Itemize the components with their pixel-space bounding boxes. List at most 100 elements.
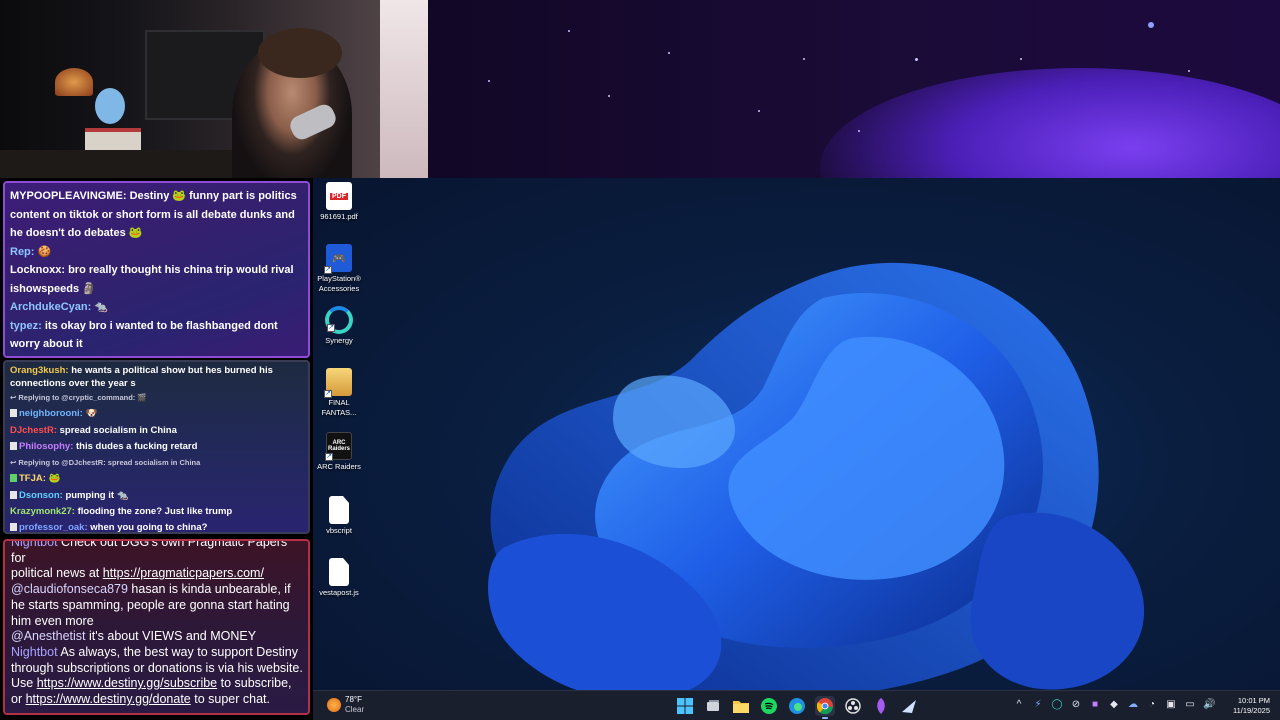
desktop-icon-label: 961691.pdf [320, 212, 358, 221]
slash-icon[interactable]: ⊘ [1070, 699, 1082, 711]
chat-text: pumping it 🐀 [65, 489, 129, 501]
chat-username: @claudiofonseca879 [11, 582, 128, 597]
weather-condition: Clear [345, 705, 365, 714]
chrome-icon [817, 698, 833, 714]
network-icon[interactable]: ▭ [1184, 699, 1196, 711]
subscribe-link[interactable]: https://www.destiny.gg/subscribe [37, 676, 217, 690]
chat-message: Orang3kush: he wants a political show bu… [10, 364, 305, 390]
app-tray-icon[interactable]: ■ [1089, 699, 1101, 711]
cam-lamp [55, 68, 93, 96]
steam-tray-icon[interactable]: ◆ [1108, 699, 1120, 711]
desktop-icon-label: PlayStation® Accessories [317, 274, 361, 293]
chat-message: ArchdukeCyan: 🐀 [10, 298, 305, 317]
chat-text: political news at [11, 566, 100, 581]
bolt-icon[interactable]: ⚡ [1032, 699, 1044, 711]
desktop-wallpaper [313, 178, 1280, 690]
chat-text: when you going to china? [90, 522, 208, 534]
donate-link[interactable]: https://www.destiny.gg/donate [26, 692, 191, 706]
weather-temp: 78°F [345, 695, 362, 704]
chat-text: it's about VIEWS and MONEY [89, 629, 257, 644]
star [668, 52, 670, 54]
badge-icon [10, 441, 17, 450]
chat-message: political news at https://pragmaticpaper… [11, 566, 304, 582]
badge-icon [10, 474, 17, 483]
chat-username: Krazymonk27: [10, 506, 75, 518]
desktop-icon-label: vbscript [326, 526, 352, 535]
edge-button[interactable] [787, 696, 807, 716]
file-explorer-button[interactable] [731, 696, 751, 716]
desktop-icon-label: ARC Raiders [317, 462, 361, 471]
chrome-button[interactable] [815, 696, 835, 719]
desktop-icon-final-fantasy[interactable]: ↗ FINAL FANTAS... [313, 368, 365, 417]
chat-username: Rep: [10, 245, 35, 258]
task-view-icon [707, 700, 719, 711]
steam-icon [902, 700, 916, 713]
start-button[interactable] [675, 696, 695, 716]
chat-message: @claudiofonseca879 hasan is kinda unbear… [11, 582, 304, 629]
webcam-feed [0, 0, 428, 178]
chat-username: neighborooni: [19, 408, 83, 420]
desktop-icon-arc-raiders[interactable]: ARC Raiders ↗ ARC Raiders [313, 432, 365, 472]
cam-desk [0, 150, 260, 178]
shortcut-arrow-icon: ↗ [324, 266, 332, 274]
steam-button[interactable] [899, 696, 919, 716]
final-fantasy-icon: ↗ [324, 368, 352, 398]
chat-username: Orang3kush: [10, 365, 69, 376]
star [758, 110, 760, 112]
shortcut-arrow-icon: ↗ [324, 390, 332, 398]
chevron-up-icon[interactable]: ^ [1013, 699, 1025, 711]
synergy-tray-icon[interactable]: ◯ [1051, 699, 1063, 711]
pragmatic-papers-link[interactable]: https://pragmaticpapers.com/ [103, 566, 264, 580]
desktop-icon-playstation[interactable]: 🎮 ↗ PlayStation® Accessories [313, 244, 365, 293]
chat-text: spread socialism in China [59, 424, 177, 436]
file-icon [329, 496, 349, 524]
chat-username: @Anesthetist [11, 629, 86, 644]
desktop-icon-pdf[interactable]: PDF 961691.pdf [313, 182, 365, 222]
clock-time: 10:01 PM [1237, 696, 1270, 705]
chat-message: Nightbot Check out DGG's own Pragmatic P… [11, 541, 304, 566]
desktop-icon-synergy[interactable]: ↗ Synergy [313, 306, 365, 346]
badge-icon [10, 523, 17, 532]
chat-reply-context: ↩ Replying to @cryptic_command: 🎬 [10, 393, 147, 402]
weather-widget[interactable]: 78°F Clear [327, 695, 364, 715]
chat-message: Rep: 🍪 [10, 243, 305, 262]
display-icon[interactable]: ▣ [1165, 699, 1177, 711]
obs-button[interactable] [843, 696, 863, 716]
desktop-icon-vestapost[interactable]: vestapost.js [313, 558, 365, 598]
windows-bloom-wallpaper [488, 262, 1145, 690]
edge-icon [789, 698, 805, 714]
badge-icon [10, 409, 17, 418]
task-view-button[interactable] [703, 696, 723, 716]
star [488, 80, 490, 82]
chat-text: 🐸 [48, 473, 61, 485]
chat-text: 🐀 [94, 301, 109, 313]
stream-banner [428, 0, 1280, 178]
desktop-icon-label: vestapost.js [319, 588, 359, 597]
chat-username: professor_oak: [19, 522, 88, 534]
feather-icon [877, 698, 885, 714]
chat-username: TFJA: [19, 473, 46, 485]
chat-message: DJchestR: spread socialism in China [10, 423, 305, 439]
chat-message: typez: its okay bro i wanted to be flash… [10, 317, 305, 354]
gauge-icon[interactable]: ◔ [1146, 699, 1158, 711]
chat-panel-kick: Orang3kush: he wants a political show bu… [3, 360, 310, 534]
volume-icon[interactable]: 🔊 [1203, 699, 1215, 711]
star [858, 130, 860, 132]
desktop-icon-vbscript[interactable]: vbscript [313, 496, 365, 536]
chat-text: 🍪 [37, 245, 52, 258]
system-tray: ^ ⚡ ◯ ⊘ ■ ◆ ☁ ◔ ▣ ▭ 🔊 [1013, 699, 1216, 711]
chat-message: MYPOOPLEAVINGME: Destiny 🐸 funny part is… [10, 187, 305, 243]
obs-icon [845, 698, 861, 714]
chat-text: this dudes a fucking retard [76, 440, 198, 452]
shortcut-arrow-icon: ↗ [325, 453, 333, 461]
purple-app-button[interactable] [871, 696, 891, 716]
chat-username: MYPOOPLEAVINGME: [10, 190, 127, 202]
desktop-icon-label: FINAL FANTAS... [321, 398, 357, 417]
desktop-icon-label: Synergy [325, 336, 353, 345]
chat-text: its okay bro i wanted to be flashbanged … [10, 319, 278, 351]
spotify-button[interactable] [759, 696, 779, 716]
clock[interactable]: 10:01 PM 11/19/2025 [1233, 696, 1270, 716]
cam-window [380, 0, 428, 178]
banner-glow [820, 68, 1280, 178]
cloud-icon[interactable]: ☁ [1127, 699, 1139, 711]
